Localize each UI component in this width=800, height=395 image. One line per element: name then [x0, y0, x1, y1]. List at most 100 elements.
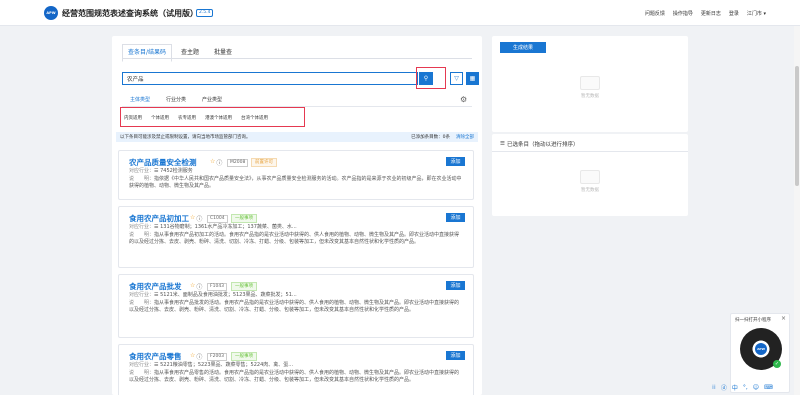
- list-item: 农产品质量安全检测 ☆ ⓘ M2008 前置许可 添加 对应行业：☰ 7452检测…: [118, 150, 474, 200]
- page-scrollbar[interactable]: [794, 26, 800, 395]
- chip-domestic[interactable]: 内资适用: [124, 115, 142, 121]
- ime-keyboard-icon[interactable]: ⌨: [764, 384, 773, 391]
- star-icon[interactable]: ☆: [190, 214, 195, 223]
- desc-label: 说 明：: [129, 176, 155, 182]
- star-icon[interactable]: ☆: [190, 352, 195, 361]
- top-nav: 问题反馈 操作指导 更新日志 登录 江门市 ▾: [645, 10, 766, 17]
- desc-label: 说 明：: [129, 232, 155, 238]
- generate-button[interactable]: 生成结果: [500, 42, 546, 53]
- selected-divider: [492, 151, 688, 152]
- close-icon[interactable]: ×: [781, 315, 786, 322]
- nav-feedback[interactable]: 问题反馈: [645, 10, 665, 17]
- mini-program-title: 扫一扫打开小程序: [735, 318, 771, 323]
- selected-title: ☰ 已选条目（拖动以进行排序）: [500, 140, 578, 148]
- ime-emoji-icon[interactable]: ☺: [753, 384, 759, 391]
- ime-punct-icon[interactable]: °,: [743, 384, 748, 391]
- search-input[interactable]: [122, 72, 418, 85]
- main-tabs: 查条目/结果码 查主题 批量查: [122, 44, 241, 62]
- search-row: ⚲ ▽ ▦: [122, 67, 479, 89]
- nav-login[interactable]: 登录: [729, 10, 739, 17]
- add-button[interactable]: 添加: [446, 281, 465, 290]
- item-title[interactable]: 食用农产品批发: [129, 281, 182, 292]
- chip-farmer-coop[interactable]: 农专适用: [178, 115, 196, 121]
- list-item: 食用农产品批发 ☆ ⓘ F1043 一般事项 添加 对应行业：☰ 5121米、面制…: [118, 274, 474, 338]
- version-badge: 2.5.4: [196, 9, 214, 17]
- info-icon[interactable]: ⓘ: [196, 352, 202, 361]
- item-code: F2003: [207, 353, 228, 361]
- item-industry: ☰ 131谷物磨制；1361水产品冷冻加工；137蔬菜、菌类、水...: [154, 224, 297, 230]
- tab-batch[interactable]: 批量查: [208, 44, 238, 62]
- list-item: 食用农产品初加工 ☆ ⓘ C1004 一般事项 添加 对应行业：☰ 131谷物磨制…: [118, 206, 474, 268]
- app-logo: APW: [44, 6, 58, 20]
- clear-all-link[interactable]: 清除全部: [456, 134, 474, 140]
- ime-logo-icon[interactable]: ⓓ: [721, 383, 727, 392]
- selected-count: 已添加条目数：0条: [411, 135, 450, 140]
- industry-label: 对应行业：: [129, 168, 155, 174]
- list-icon: ☰: [500, 141, 505, 147]
- app-title: 经营范围规范表述查询系统（试用版）: [62, 9, 198, 18]
- empty-text: 暂无数据: [581, 188, 599, 193]
- chip-individual[interactable]: 个体适用: [151, 115, 169, 121]
- industry-label: 对应行业：: [129, 292, 155, 298]
- item-title[interactable]: 农产品质量安全检测: [129, 157, 197, 168]
- item-industry: ☰ 7452检测服务: [154, 168, 193, 174]
- item-code: C1004: [207, 215, 228, 223]
- item-description: 指从事食用农产品批发的活动。食用农产品指的是农业活动中获得的、供人食用的植物、动…: [129, 300, 460, 313]
- star-icon[interactable]: ☆: [190, 282, 195, 291]
- tab-divider: [122, 58, 472, 59]
- qr-logo: APW: [755, 343, 767, 355]
- notice-bar: 以下条目可能涉及禁止或限制设置，请向当地市场监管部门咨询。 已添加条目数：0条 …: [116, 132, 478, 142]
- add-button[interactable]: 添加: [446, 213, 465, 222]
- nav-changelog[interactable]: 更新日志: [701, 10, 721, 17]
- ime-lang-toggle[interactable]: 中: [732, 383, 738, 392]
- star-icon[interactable]: ☆: [210, 158, 215, 167]
- industry-label: 对应行业：: [129, 362, 155, 368]
- industry-label: 对应行业：: [129, 224, 155, 230]
- empty-text: 暂无数据: [581, 94, 599, 99]
- filter-icon: ▽: [454, 75, 459, 82]
- info-icon[interactable]: ⓘ: [196, 214, 202, 223]
- status-badge: 一般事项: [231, 282, 257, 291]
- selected-panel: ☰ 已选条目（拖动以进行排序） 暂无数据: [492, 134, 688, 216]
- ime-menu-icon[interactable]: ⁞⁞: [712, 384, 716, 391]
- add-button[interactable]: 添加: [446, 157, 465, 166]
- status-badge: 前置许可: [251, 158, 277, 167]
- gear-icon[interactable]: ⚙: [460, 95, 467, 104]
- city-select[interactable]: 江门市 ▾: [747, 10, 766, 17]
- empty-state: 暂无数据: [492, 170, 688, 193]
- item-title[interactable]: 食用农产品零售: [129, 351, 182, 362]
- item-description: 指依据《中华人民共和国农产品质量安全法》，从事农产品质量安全检测服务的活动。农产…: [129, 176, 462, 189]
- empty-box-icon: [580, 76, 600, 90]
- status-badge: 一般事项: [231, 214, 257, 223]
- notice-text: 以下条目可能涉及禁止或限制设置，请向当地市场监管部门咨询。: [120, 135, 251, 140]
- status-badge: 一般事项: [231, 352, 257, 361]
- ime-toolbar: ⁞⁞ ⓓ 中 °, ☺ ⌨: [710, 381, 800, 393]
- entity-chips: 内资适用 个体适用 农专适用 港澳个体适用 台湾个体适用: [124, 115, 268, 121]
- item-industry: ☰ 5121米、面制品及食用油批发；5123果品、蔬菜批发；51...: [154, 292, 297, 298]
- filter-button[interactable]: ▽: [450, 72, 463, 85]
- result-panel: 生成结果 暂无数据: [492, 36, 688, 132]
- item-code: F1043: [207, 283, 228, 291]
- chip-taiwan[interactable]: 台湾个体适用: [241, 115, 268, 121]
- top-bar: APW 经营范围规范表述查询系统（试用版） 2.5.4 问题反馈 操作指导 更新…: [0, 0, 800, 26]
- scrollbar-thumb[interactable]: [795, 66, 799, 186]
- grid-icon: ▦: [469, 75, 476, 82]
- tab-item-code[interactable]: 查条目/结果码: [122, 44, 173, 62]
- view-toggle-button[interactable]: ▦: [466, 72, 479, 85]
- item-description: 指从事食用农产品初加工的活动。食用农产品指的是农业活动中获得的、供人食用的植物、…: [129, 232, 460, 245]
- add-button[interactable]: 添加: [446, 351, 465, 360]
- info-icon[interactable]: ⓘ: [216, 158, 222, 167]
- chip-hk-macau[interactable]: 港澳个体适用: [205, 115, 232, 121]
- nav-guide[interactable]: 操作指导: [673, 10, 693, 17]
- item-description: 指从事食用农产品零售的活动。食用农产品指的是农业活动中获得的、供人食用的植物、动…: [129, 370, 460, 383]
- item-code: M2008: [227, 159, 249, 167]
- info-icon[interactable]: ⓘ: [196, 282, 202, 291]
- search-panel: 查条目/结果码 查主题 批量查 ⚲ ▽ ▦ 主体类型 行业分类 产业类型 ⚙ 内…: [112, 36, 482, 395]
- tab-topic[interactable]: 查主题: [175, 44, 205, 62]
- search-button-highlight: [416, 67, 446, 89]
- item-title[interactable]: 食用农产品初加工: [129, 213, 189, 224]
- check-icon: ✓: [773, 360, 781, 368]
- list-item: 食用农产品零售 ☆ ⓘ F2003 一般事项 添加 对应行业：☰ 5221粮油零售…: [118, 344, 474, 395]
- desc-label: 说 明：: [129, 370, 155, 376]
- empty-box-icon: [580, 170, 600, 184]
